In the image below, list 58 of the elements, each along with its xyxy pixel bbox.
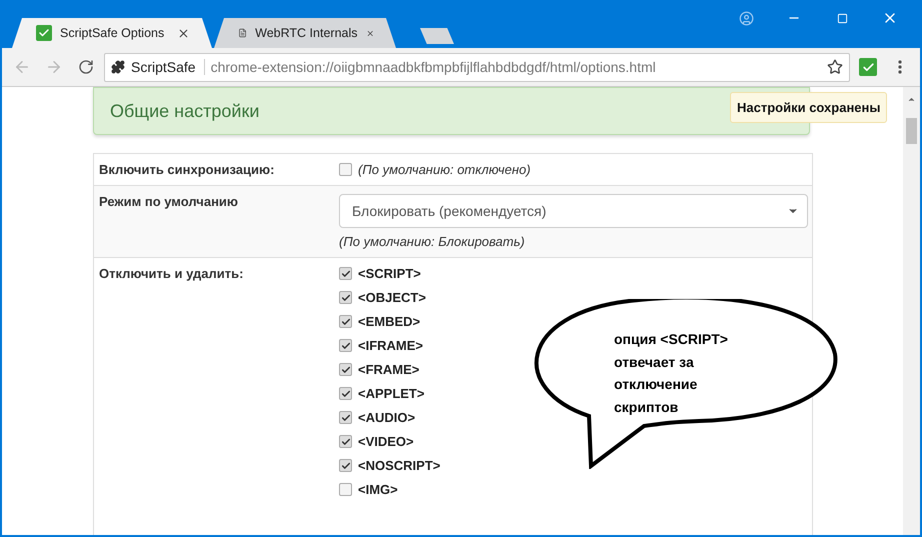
option-label: <IMG>: [358, 482, 398, 497]
url-text: chrome-extension://oiigbmnaadbkfbmpbfijlflahbdbdgdf/html/options.html: [210, 59, 657, 75]
bookmark-star-icon[interactable]: [827, 59, 843, 75]
checkbox[interactable]: [339, 267, 352, 280]
browser-tab[interactable]: ScriptSafe Options: [12, 18, 212, 48]
setting-label: Отключить и удалить:: [99, 266, 244, 283]
checkbox[interactable]: [339, 291, 352, 304]
mode-select[interactable]: Блокировать (рекомендуется): [339, 194, 808, 228]
menu-icon: [898, 60, 902, 74]
default-hint: (По умолчанию: отключено): [358, 162, 531, 177]
scroll-thumb[interactable]: [906, 118, 917, 144]
option-label: <SCRIPT>: [358, 266, 421, 281]
forward-arrow-icon: [45, 58, 63, 76]
checkbox[interactable]: [339, 363, 352, 376]
browser-tab[interactable]: WebRTC Internals: [214, 18, 396, 48]
checkbox[interactable]: [339, 411, 352, 424]
reload-icon: [78, 59, 94, 75]
saved-toast: Настройки сохранены: [730, 92, 888, 123]
option-label: <OBJECT>: [358, 290, 426, 305]
user-icon: [738, 10, 754, 26]
site-name: ScriptSafe: [131, 59, 205, 75]
option-label: <IFRAME>: [358, 338, 424, 353]
tab-title: ScriptSafe Options: [60, 26, 166, 40]
check-icon: [340, 460, 350, 470]
page-icon: [238, 26, 248, 40]
address-bar[interactable]: ScriptSafe chrome-extension://oiigbmnaadbkfbmpbfijlflahbdbdgdf/html/options.html: [104, 52, 850, 82]
check-icon: [340, 340, 350, 350]
puzzle-icon: [111, 60, 125, 74]
option-label: <AUDIO>: [358, 410, 416, 425]
checkbox[interactable]: [339, 339, 352, 352]
scroll-up-icon[interactable]: [907, 95, 916, 104]
new-tab-button[interactable]: [420, 28, 454, 44]
option-label: <APPLET>: [358, 386, 424, 401]
checkbox[interactable]: [339, 459, 352, 472]
check-icon: [340, 268, 350, 278]
setting-label: Включить синхронизацию:: [99, 162, 276, 177]
close-icon[interactable]: [177, 26, 190, 40]
callout-text: опция <SCRIPT> отвечает за отключение скриптов: [614, 330, 728, 417]
check-icon: [340, 292, 350, 302]
check-icon: [340, 412, 350, 422]
setting-label: Режим по умолчанию: [99, 194, 240, 211]
checkbox[interactable]: [339, 315, 352, 328]
check-icon: [340, 364, 350, 374]
option-label: <VIDEO>: [358, 434, 414, 449]
checkbox[interactable]: [339, 387, 352, 400]
tab-title: WebRTC Internals: [255, 26, 358, 40]
default-hint: (По умолчанию: Блокировать): [339, 234, 526, 249]
checkbox[interactable]: [339, 163, 352, 176]
checkmark-icon: [859, 58, 877, 76]
option-label: <NOSCRIPT>: [358, 458, 440, 473]
check-icon: [340, 388, 350, 398]
check-icon: [340, 436, 350, 446]
option-label: <EMBED>: [358, 314, 420, 329]
checkbox[interactable]: [339, 483, 352, 496]
check-icon: [340, 316, 350, 326]
option-label: <FRAME>: [358, 362, 420, 377]
checkbox[interactable]: [339, 435, 352, 448]
maximize-icon: [836, 12, 848, 24]
